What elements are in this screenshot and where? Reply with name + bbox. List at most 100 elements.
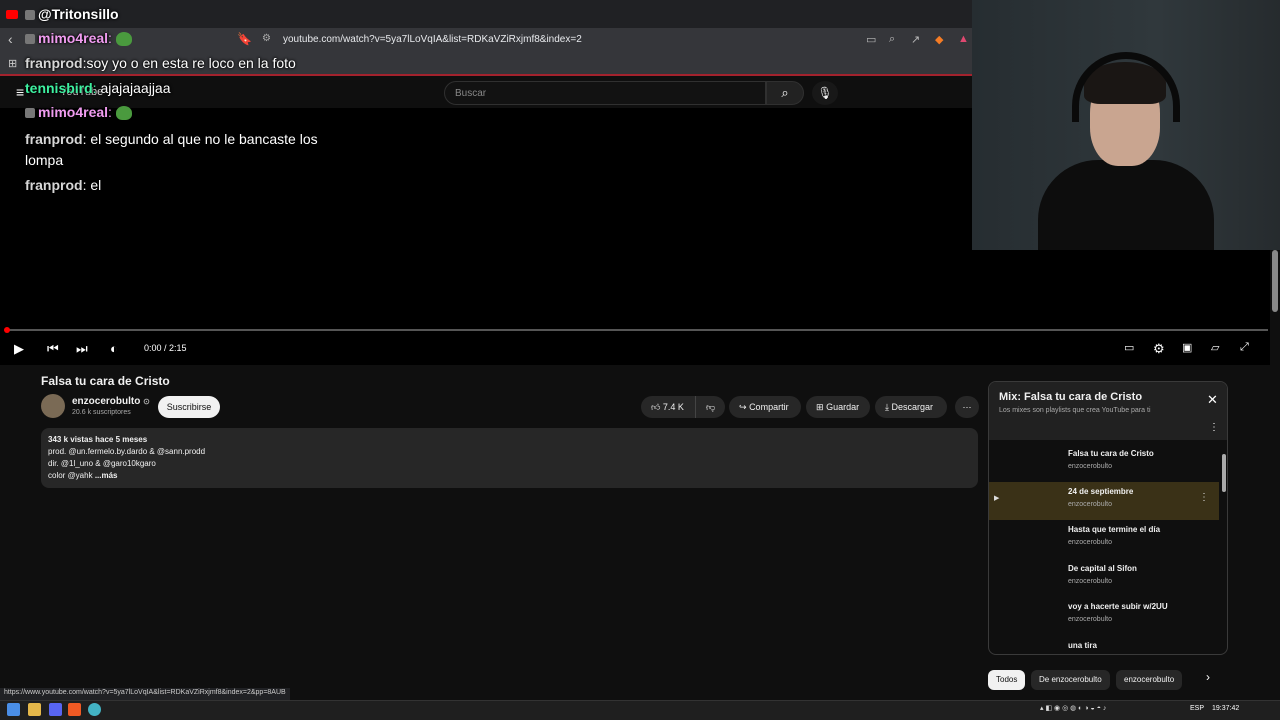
system-tray[interactable]: ▴ ◧ ◉ ◎ ◍ ◐ ◑ ◒ ◓ ♪: [1040, 704, 1106, 712]
next-icon[interactable]: ⏭: [76, 341, 88, 357]
playlist-item-channel: enzocerobulto: [1068, 616, 1112, 623]
more-vertical-icon[interactable]: ⋮: [1199, 492, 1209, 503]
chat-separator: :: [108, 104, 112, 120]
chat-username: franprod: [25, 177, 83, 193]
channel-avatar[interactable]: [41, 394, 65, 418]
playlist-thumbnail: [1005, 486, 1063, 516]
progress-handle[interactable]: [4, 327, 10, 333]
chat-line: mimo4real:: [25, 28, 325, 49]
share-arrow-icon: ↪: [739, 402, 747, 412]
search-input[interactable]: Buscar: [444, 81, 766, 105]
dislike-button[interactable]: 👎︎: [695, 396, 725, 418]
volume-icon[interactable]: ◐: [110, 341, 118, 356]
close-icon[interactable]: ✕: [1207, 392, 1218, 408]
app-icon[interactable]: [88, 703, 101, 716]
webcam-person-body: [1038, 160, 1214, 250]
chat-username: mimo4real: [38, 104, 109, 120]
page-scrollbar[interactable]: [1270, 250, 1280, 700]
miniplayer-icon[interactable]: ▣: [1182, 341, 1192, 354]
previous-icon[interactable]: ⏮: [47, 341, 59, 357]
more-actions-button[interactable]: ⋯: [955, 396, 979, 418]
back-arrow-icon[interactable]: ‹: [8, 31, 13, 47]
save-icon: ⊞: [816, 402, 824, 412]
chat-line: tennisbird: ajajajaajjaa: [25, 78, 325, 99]
subtitles-icon[interactable]: ▭: [1124, 341, 1134, 354]
description-box[interactable]: 343 k vistas hace 5 meses prod. @un.ferm…: [41, 428, 978, 488]
play-icon[interactable]: ▶: [14, 341, 24, 357]
search-icon[interactable]: ⌕: [766, 81, 804, 105]
save-button[interactable]: ⊞ Guardar: [806, 396, 870, 418]
like-button[interactable]: 👍︎ 7.4 K: [641, 396, 695, 418]
share-icon[interactable]: ↗: [911, 33, 920, 46]
chat-line: franprod: el segundo al que no le bancas…: [25, 129, 325, 171]
file-explorer-icon[interactable]: [28, 703, 41, 716]
playlist-thumbnail: [1005, 601, 1063, 631]
channel-name[interactable]: enzocerobulto ⊙: [72, 396, 150, 407]
zoom-icon[interactable]: ⌕: [889, 33, 895, 46]
fullscreen-icon[interactable]: ⤢: [1240, 341, 1249, 354]
brave-browser-icon[interactable]: [68, 703, 81, 716]
page-scrollbar-thumb[interactable]: [1272, 250, 1278, 312]
verified-icon: ⊙: [143, 397, 150, 406]
cast-icon[interactable]: ▱: [1211, 341, 1219, 354]
badge-icon: [25, 10, 35, 21]
badge-icon: [25, 108, 35, 119]
progress-bar[interactable]: [6, 329, 1268, 331]
playlist-header: Mix: Falsa tu cara de Cristo Los mixes s…: [989, 382, 1227, 440]
language-indicator[interactable]: ESP: [1190, 705, 1204, 712]
chat-top-user: @Tritonsillo: [38, 6, 119, 22]
playlist-thumbnail: [1005, 524, 1063, 554]
subscribe-button[interactable]: Suscribirse: [158, 396, 220, 418]
playlist-item-channel: enzocerobulto: [1068, 463, 1112, 470]
playlist-item-title: voy a hacerte subir w/2UU: [1068, 602, 1168, 611]
browser-tab[interactable]: [6, 4, 18, 24]
chip-channel[interactable]: enzocerobulto: [1116, 670, 1183, 690]
share-button[interactable]: ↪ Compartir: [729, 396, 801, 418]
description-text: color @yahk: [48, 471, 93, 480]
screen-icon[interactable]: ▭: [866, 33, 876, 46]
playlist-item-active[interactable]: ▶ 24 de septiembre enzocerobulto ⋮: [989, 482, 1219, 520]
playlist-item[interactable]: voy a hacerte subir w/2UU enzocerobulto: [989, 597, 1219, 635]
channel-name-text[interactable]: enzocerobulto: [72, 396, 140, 407]
chat-top-line: @Tritonsillo: [25, 4, 325, 25]
playlist-item-channel: enzocerobulto: [1068, 578, 1112, 585]
download-icon: ⤓: [885, 402, 889, 412]
share-label: Compartir: [749, 402, 789, 412]
microphone-icon[interactable]: 🎙: [812, 81, 838, 105]
playlist-item-title: De capital al Sifon: [1068, 564, 1137, 573]
playlist-subtitle: Los mixes son playlists que crea YouTube…: [999, 407, 1151, 414]
url-text[interactable]: youtube.com/watch?v=5ya7lLoVqIA&list=RDK…: [283, 34, 582, 45]
like-count: 7.4 K: [662, 402, 684, 412]
playlist-panel: Mix: Falsa tu cara de Cristo Los mixes s…: [988, 381, 1228, 655]
playlist-item-channel: enzocerobulto: [1068, 501, 1112, 508]
view-stats: 343 k vistas hace 5 meses: [48, 435, 148, 444]
playlist-item-title: Falsa tu cara de Cristo: [1068, 449, 1154, 458]
show-more-link[interactable]: ...más: [95, 471, 118, 480]
chip-all[interactable]: Todos: [988, 670, 1026, 690]
windows-start-icon[interactable]: [7, 703, 20, 716]
chat-username: franprod: [25, 131, 83, 147]
clock[interactable]: 19:37:42: [1212, 705, 1239, 712]
playlist-title: Mix: Falsa tu cara de Cristo: [999, 391, 1143, 403]
discord-icon[interactable]: [49, 703, 62, 716]
warning-icon[interactable]: ▲: [958, 33, 969, 45]
chat-message: el: [86, 177, 102, 193]
subscriber-count: 20.6 k suscriptores: [72, 409, 131, 416]
chip-from-channel[interactable]: De enzocerobulto: [1031, 670, 1110, 690]
webcam-overlay: [972, 0, 1280, 250]
more-vertical-icon[interactable]: ⋮: [1209, 422, 1219, 433]
chat-username: tennisbird: [25, 80, 93, 96]
playlist-thumbnail: [1005, 448, 1063, 478]
settings-icon[interactable]: ⚙: [1153, 341, 1165, 357]
chevron-right-icon[interactable]: ›: [1206, 670, 1210, 684]
playlist-item[interactable]: De capital al Sifon enzocerobulto: [989, 559, 1219, 597]
menu-icon[interactable]: ≡: [16, 84, 24, 100]
playlist-scrollbar-thumb[interactable]: [1222, 454, 1226, 492]
playlist-item[interactable]: una tira enzocerobulto: [989, 636, 1219, 654]
playlist-item[interactable]: Falsa tu cara de Cristo enzocerobulto: [989, 444, 1219, 482]
download-button[interactable]: ⤓ Descargar: [875, 396, 947, 418]
apps-grid-icon[interactable]: ⊞: [8, 57, 17, 70]
brave-icon[interactable]: ◆: [935, 33, 943, 46]
time-display: 0:00 / 2:15: [144, 343, 187, 353]
playlist-item[interactable]: Hasta que termine el día enzocerobulto: [989, 520, 1219, 558]
